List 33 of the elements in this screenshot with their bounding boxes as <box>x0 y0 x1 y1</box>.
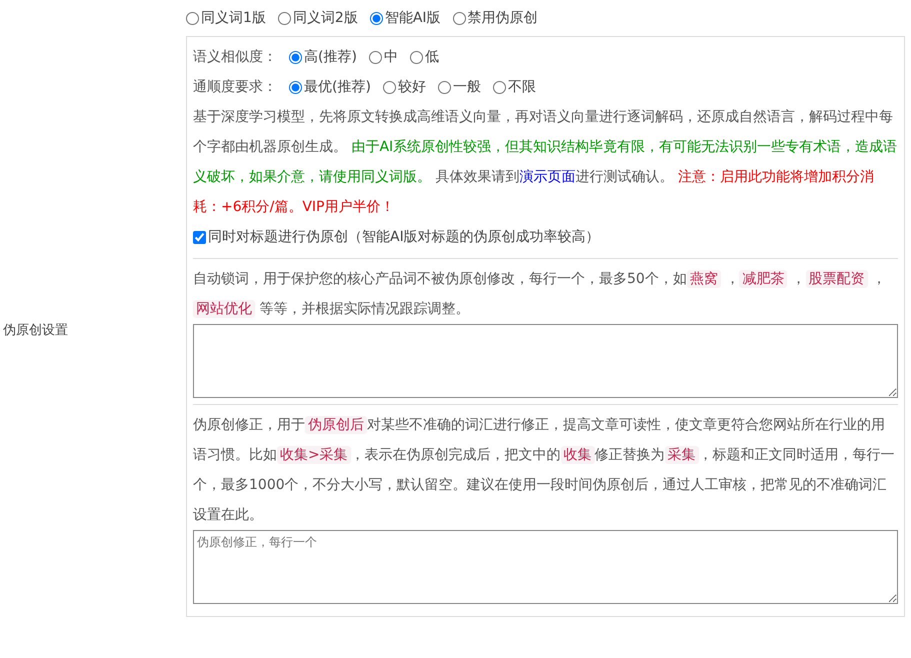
radio-button[interactable] <box>410 50 423 64</box>
text-area[interactable]: 伪原创修正，每行一个 <box>193 530 898 604</box>
radio-button[interactable] <box>278 12 291 24</box>
field-label: 语义相似度： <box>193 48 277 66</box>
description-text: 自动锁词，用于保护您的核心产品词不被伪原创修改，每行一个，最多50个，如 燕窝 ， 减肥茶 ， 股票配资 ， 网站优化 等等，并根据实际情况跟踪调整。 <box>193 269 888 320</box>
radio-label: 一般 <box>452 78 481 96</box>
radio-button[interactable] <box>452 12 466 24</box>
radio-label: 同义词1版 <box>201 9 266 27</box>
radio-button[interactable] <box>368 50 382 64</box>
description-text: 基于深度学习模型，先将原文转换成高维语义向量，再对语义向量进行逐词解码，还原成自然语言，解码过程中每个字都由机器原创生成。 由于AI系统原创性较强，但其知识结构毕竟有限，有可能无法识别一些专有术语，造成语义破坏，如果介意，请使用同义词版。 具体效果请到演示页面进行测试确认。 注意：启用此功能将增加积分消耗：+6积分/篇。VIP用户半价！ <box>193 108 898 217</box>
radio-button[interactable] <box>438 80 451 94</box>
radio-button[interactable] <box>370 12 383 24</box>
radio-button[interactable] <box>289 80 302 94</box>
radio-button[interactable] <box>186 12 199 24</box>
radio-label: 禁用伪原创 <box>468 9 538 27</box>
field-label: 通顺度要求： <box>193 78 277 96</box>
text-area[interactable] <box>193 324 898 398</box>
radio-button[interactable] <box>492 80 506 94</box>
radio-label: 低 <box>424 48 439 66</box>
radio-label: 中 <box>384 48 398 66</box>
radio-label: 同义词2版 <box>292 9 358 27</box>
demo-link[interactable]: 演示页面 <box>519 169 576 185</box>
radio-label: 高(推荐) <box>304 48 357 66</box>
radio-label: 不限 <box>508 78 536 96</box>
section-label: 伪原创设置 <box>3 322 68 339</box>
checkbox[interactable] <box>193 230 206 244</box>
radio-label: 较好 <box>398 78 426 96</box>
radio-label: 最优(推荐) <box>304 78 371 96</box>
checkbox-label: 同时对标题进行伪原创（智能AI版对标题的伪原创成功率较高） <box>208 228 600 246</box>
radio-label: 智能AI版 <box>384 9 441 27</box>
radio-button[interactable] <box>382 80 396 94</box>
radio-button[interactable] <box>289 50 302 64</box>
description-text: 伪原创修正，用于 伪原创后 对某些不准确的词汇进行修正，提高文章可读性，使文章更符合您网站所在行业的用语习惯。比如 收集>采集 ，表示在伪原创完成后，把文中的 收集 修正替换为 采集 ，标题和正文同时适用，每行一个，最多1000个，不分大小写，默认留空。建议在使用一段时间伪原创后，通过人工审核，把常见的不准确词汇设置在此。 <box>193 415 896 525</box>
